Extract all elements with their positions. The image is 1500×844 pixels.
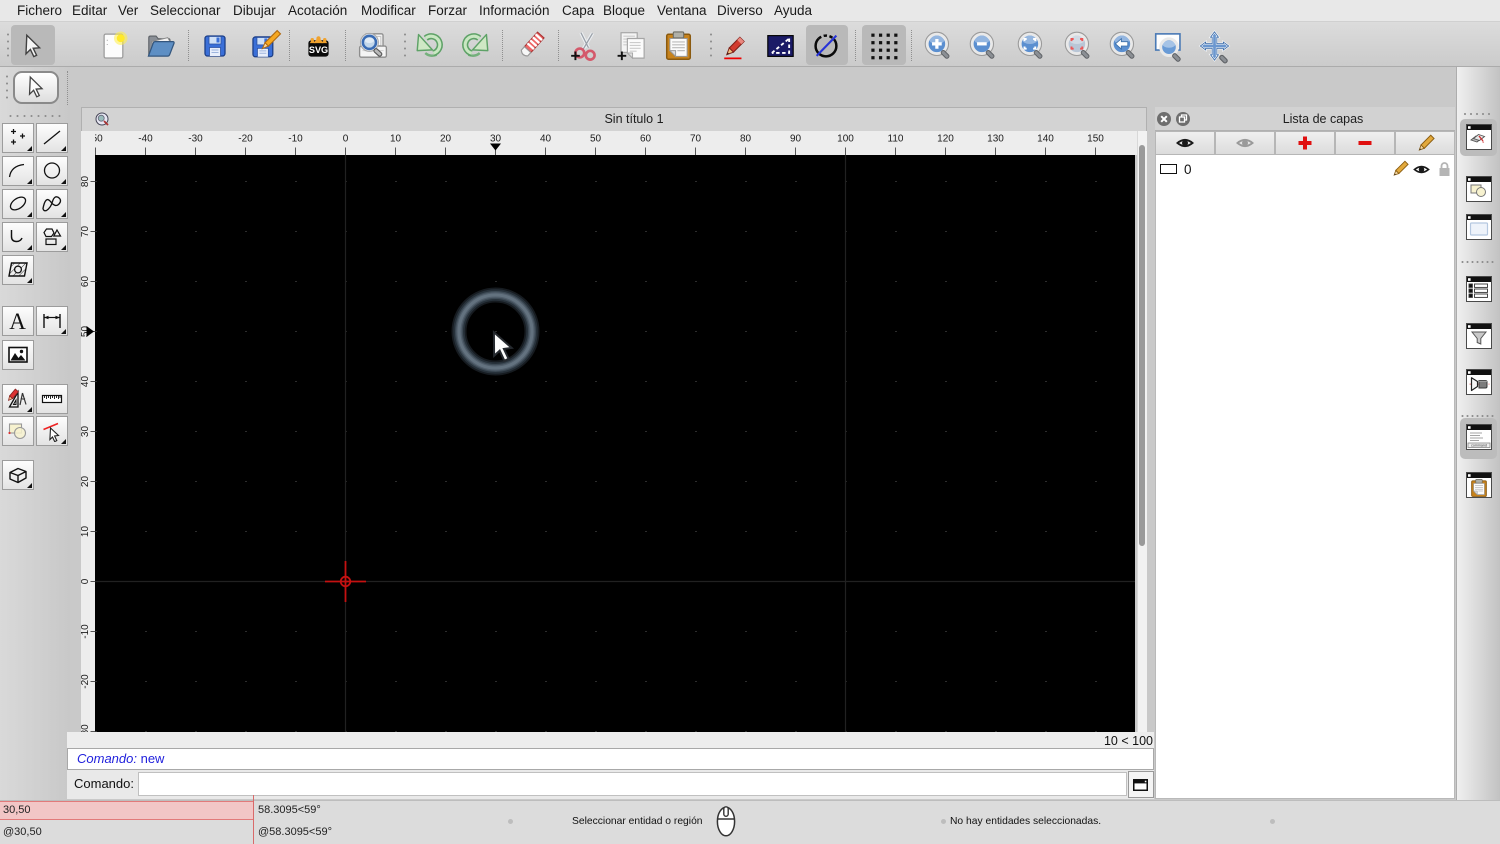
svg-text:40: 40 [540, 134, 552, 145]
svg-text:10: 10 [390, 134, 402, 145]
svg-text:-10: -10 [288, 134, 303, 145]
svg-text:A: A [9, 310, 26, 332]
svg-text:150: 150 [1087, 134, 1104, 145]
svg-text:30: 30 [81, 426, 91, 438]
svg-text:-20: -20 [81, 674, 91, 689]
svg-text:60: 60 [81, 276, 91, 288]
svg-text:70: 70 [81, 226, 91, 238]
svg-text:10: 10 [81, 526, 91, 538]
svg-text:110: 110 [888, 134, 904, 145]
svg-text:40: 40 [81, 376, 91, 388]
svg-text:50: 50 [590, 134, 602, 145]
svg-text:0: 0 [343, 134, 349, 145]
svg-text:0: 0 [81, 578, 91, 584]
svg-text:80: 80 [740, 134, 752, 145]
svg-text:130: 130 [987, 134, 1004, 145]
svg-text:120: 120 [937, 134, 954, 145]
svg-text:70: 70 [690, 134, 702, 145]
svg-text:60: 60 [640, 134, 652, 145]
svg-text:30: 30 [490, 134, 502, 145]
svg-text:100: 100 [837, 134, 854, 145]
svg-text:command: command [1471, 444, 1487, 448]
svg-text:-10: -10 [81, 624, 91, 639]
svg-text:-40: -40 [138, 134, 153, 145]
svg-text:20: 20 [440, 134, 452, 145]
svg-text:SVG: SVG [308, 45, 327, 55]
svg-text:80: 80 [81, 176, 91, 188]
svg-text:140: 140 [1037, 134, 1054, 145]
svg-text:20: 20 [81, 476, 91, 488]
svg-text:90: 90 [790, 134, 802, 145]
svg-text:-30: -30 [188, 134, 203, 145]
svg-text:-20: -20 [238, 134, 253, 145]
